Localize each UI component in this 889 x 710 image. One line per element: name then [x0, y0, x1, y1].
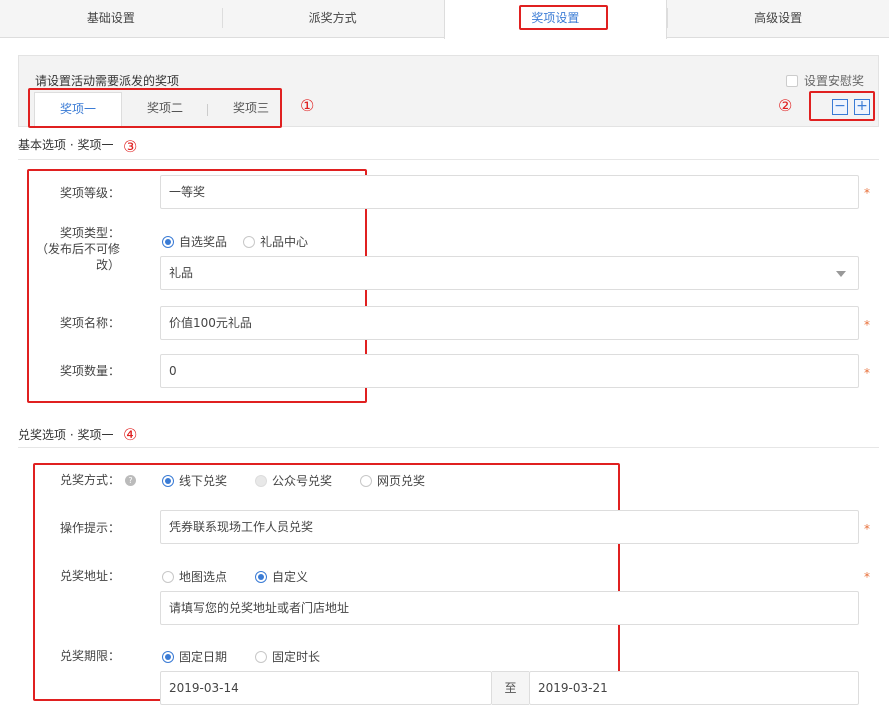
top-tab-bar: 基础设置 派奖方式 奖项设置 高级设置 — [0, 0, 889, 39]
tab-award-method[interactable]: 派奖方式 — [221, 0, 444, 37]
prize-type-note-end: 改） — [95, 258, 120, 272]
radio-dot — [162, 570, 174, 583]
tab-advanced-settings[interactable]: 高级设置 — [667, 0, 889, 37]
prize-name-input[interactable]: 价值100元礼品 — [160, 306, 859, 340]
basic-section-heading: 基本选项 · 奖项一 — [18, 138, 114, 152]
start-date-input[interactable]: 2019-03-14 — [160, 671, 492, 705]
radio-dot-disabled — [255, 474, 268, 487]
annotation-2: ② — [778, 96, 793, 115]
basic-section-divider — [18, 159, 879, 160]
redeem-address-label: 兑奖地址： — [59, 569, 120, 583]
radio-dot-selected — [162, 235, 174, 248]
required-mark: * — [864, 186, 870, 200]
annotation-4: ④ — [123, 425, 138, 444]
annotation-3: ③ — [123, 137, 138, 156]
prize-level-input[interactable]: 一等奖 — [160, 175, 859, 209]
radio-web-redeem[interactable]: 网页兑奖 — [360, 472, 425, 489]
radio-dot — [360, 474, 373, 487]
required-mark: * — [864, 522, 870, 536]
required-mark: * — [864, 570, 870, 584]
radio-label: 网页兑奖 — [377, 474, 426, 488]
radio-label: 自选奖品 — [179, 235, 228, 249]
required-mark: * — [864, 318, 870, 332]
tab-basic-settings[interactable]: 基础设置 — [0, 0, 222, 37]
redeem-period-label: 兑奖期限： — [59, 649, 120, 663]
consolation-label: 设置安慰奖 — [803, 74, 864, 88]
radio-map-select[interactable]: 地图选点 — [162, 568, 227, 585]
prize-type-radios: 自选奖品 礼品中心 — [162, 233, 308, 250]
radio-dot — [243, 235, 256, 248]
redeem-method-radios: 线下兑奖 公众号兑奖 网页兑奖 — [162, 472, 425, 489]
radio-dot — [255, 650, 268, 663]
select-value: 礼品 — [169, 266, 194, 280]
prize-quantity-label: 奖项数量： — [59, 364, 120, 378]
radio-offline-redeem[interactable]: 线下兑奖 — [162, 472, 227, 489]
chevron-down-icon — [836, 271, 846, 277]
radio-label: 礼品中心 — [260, 235, 309, 249]
prize-type-label: 奖项类型： — [59, 226, 120, 240]
required-mark: * — [864, 366, 870, 380]
radio-self-selected-prize[interactable]: 自选奖品 — [162, 233, 227, 250]
radio-fixed-date[interactable]: 固定日期 — [162, 648, 227, 665]
highlight-box-active-tab — [519, 5, 608, 30]
redeem-address-input[interactable]: 请填写您的兑奖地址或者门店地址 — [160, 591, 859, 625]
prize-type-select[interactable]: 礼品 — [160, 256, 859, 290]
highlight-box-prize-tabs — [28, 88, 282, 128]
radio-label: 自定义 — [272, 570, 309, 584]
help-icon[interactable]: ? — [125, 475, 136, 486]
highlight-box-redeem-form — [33, 463, 620, 701]
consolation-prize-option[interactable]: 设置安慰奖 — [785, 72, 864, 89]
prize-type-note: （发布后不可修 — [35, 242, 120, 256]
prize-panel-title: 请设置活动需要派发的奖项 — [35, 74, 180, 88]
consolation-checkbox[interactable] — [785, 74, 798, 87]
prize-level-label: 奖项等级： — [59, 186, 120, 200]
end-date-input[interactable]: 2019-03-21 — [529, 671, 859, 705]
redeem-address-radios: 地图选点 自定义 — [162, 568, 308, 585]
radio-label: 地图选点 — [179, 570, 228, 584]
redeem-period-radios: 固定日期 固定时长 — [162, 648, 320, 665]
redeem-section-heading: 兑奖选项 · 奖项一 — [18, 428, 114, 442]
prize-quantity-input[interactable]: 0 — [160, 354, 859, 388]
redeem-section-divider — [18, 447, 879, 448]
annotation-1: ① — [300, 96, 315, 115]
radio-label: 固定时长 — [272, 650, 321, 664]
radio-fixed-duration[interactable]: 固定时长 — [255, 648, 320, 665]
operation-tip-label: 操作提示： — [59, 521, 120, 535]
radio-dot-selected — [162, 650, 174, 663]
radio-dot-selected — [162, 474, 174, 487]
radio-label: 线下兑奖 — [179, 474, 228, 488]
date-range-separator: 至 — [492, 671, 529, 705]
radio-dot-selected — [255, 570, 268, 583]
radio-official-account-redeem[interactable]: 公众号兑奖 — [255, 472, 332, 489]
highlight-box-prize-controls — [809, 91, 875, 121]
prize-name-label: 奖项名称： — [59, 316, 120, 330]
radio-label: 公众号兑奖 — [272, 474, 333, 488]
radio-custom-address[interactable]: 自定义 — [255, 568, 308, 585]
redeem-method-label: 兑奖方式： — [59, 473, 120, 487]
radio-gift-center[interactable]: 礼品中心 — [243, 233, 308, 250]
radio-label: 固定日期 — [179, 650, 228, 664]
operation-tip-input[interactable]: 凭券联系现场工作人员兑奖 — [160, 510, 859, 544]
